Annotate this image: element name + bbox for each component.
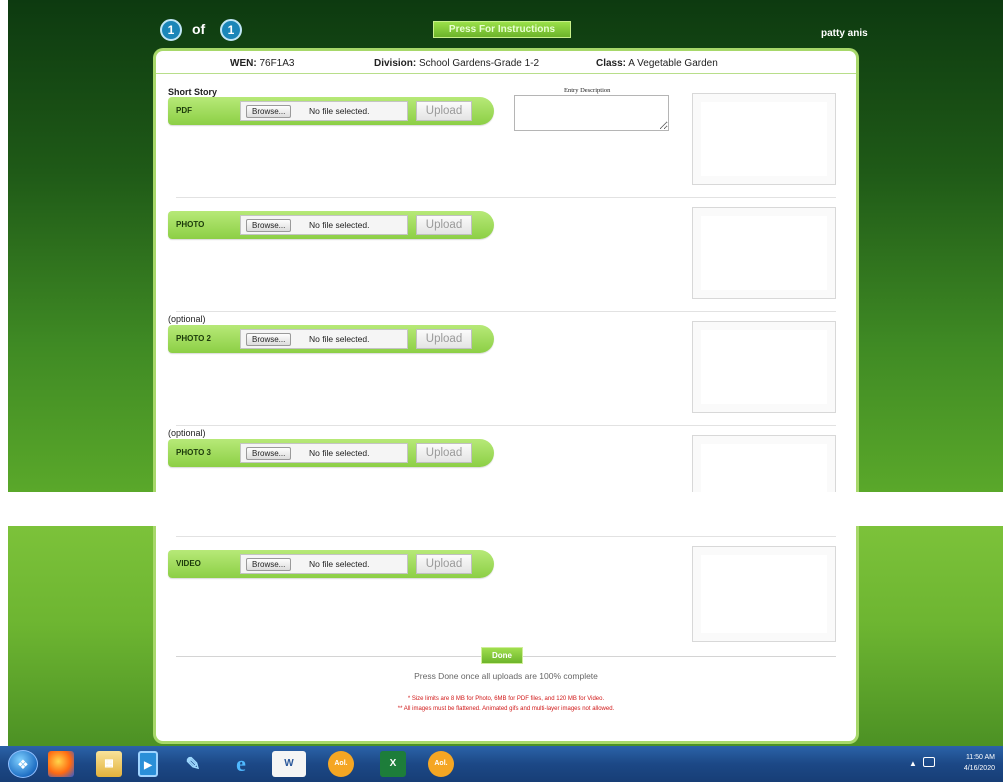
- upload-button[interactable]: Upload: [416, 443, 472, 463]
- windows-taskbar: ❖ ▦ ▶ ✎ e W Aol. X Aol. ▲ 11:50 AM 4/16/…: [0, 746, 1003, 782]
- upload-button[interactable]: Upload: [416, 329, 472, 349]
- tray-expand-icon[interactable]: ▲: [909, 759, 917, 768]
- notes-icon[interactable]: ✎: [180, 751, 206, 777]
- upload-page-top: 1 of 1 Press For Instructions patty anis…: [8, 0, 1003, 492]
- clock[interactable]: 11:50 AM 4/16/2020: [964, 752, 995, 774]
- upload-button[interactable]: Upload: [416, 101, 472, 121]
- excel-icon[interactable]: X: [380, 751, 406, 777]
- division-value: School Gardens-Grade 1-2: [419, 58, 540, 69]
- file-input[interactable]: Browse... No file selected.: [240, 443, 408, 463]
- file-input[interactable]: Browse... No file selected.: [240, 329, 408, 349]
- browse-button[interactable]: Browse...: [246, 219, 292, 232]
- division-label: Division:: [374, 58, 417, 69]
- photo-upload-row: PHOTO Browse... No file selected. Upload: [168, 211, 494, 239]
- optional-label: (optional): [168, 314, 206, 324]
- page-total-badge[interactable]: 1: [220, 19, 242, 41]
- user-name: patty anis: [821, 28, 868, 39]
- video-preview-box: [692, 546, 836, 642]
- screenshot-gap: [0, 492, 1003, 526]
- row-divider: [176, 311, 836, 312]
- page-header: 1 of 1 Press For Instructions patty anis: [8, 0, 1003, 50]
- photo-3-upload-row: PHOTO 3 Browse... No file selected. Uplo…: [168, 439, 494, 467]
- wen-value: 76F1A3: [259, 58, 295, 69]
- windows-start-icon[interactable]: ❖: [8, 750, 38, 778]
- aol-icon-2[interactable]: Aol.: [428, 751, 454, 777]
- file-input[interactable]: Browse... No file selected.: [240, 215, 408, 235]
- done-button[interactable]: Done: [481, 647, 523, 664]
- file-status: No file selected.: [309, 106, 370, 116]
- video-upload-row: VIDEO Browse... No file selected. Upload: [168, 550, 494, 578]
- optional-label: (optional): [168, 428, 206, 438]
- wen-label: WEN:: [230, 58, 257, 69]
- instructions-button[interactable]: Press For Instructions: [433, 21, 571, 38]
- photo-2-upload-row: PHOTO 2 Browse... No file selected. Uplo…: [168, 325, 494, 353]
- file-status: No file selected.: [309, 334, 370, 344]
- row-divider: [176, 197, 836, 198]
- file-status: No file selected.: [309, 448, 370, 458]
- browse-button[interactable]: Browse...: [246, 105, 292, 118]
- done-note: Press Done once all uploads are 100% com…: [414, 671, 598, 681]
- info-divider: [156, 73, 856, 74]
- file-status: No file selected.: [309, 220, 370, 230]
- internet-explorer-icon[interactable]: e: [228, 751, 254, 777]
- class-value: A Vegetable Garden: [628, 58, 718, 69]
- upload-type-label: PHOTO 3: [176, 448, 211, 457]
- file-input[interactable]: Browse... No file selected.: [240, 554, 408, 574]
- flatten-note: ** All images must be flattened. Animate…: [397, 706, 615, 712]
- row-divider: [176, 536, 836, 537]
- firefox-icon[interactable]: [48, 751, 74, 777]
- browse-button[interactable]: Browse...: [246, 447, 292, 460]
- pdf-preview-box: [692, 93, 836, 185]
- upload-button[interactable]: Upload: [416, 215, 472, 235]
- photo-2-preview-box: [692, 321, 836, 413]
- entry-description-label: Entry Description: [564, 87, 611, 94]
- media-player-icon[interactable]: ▶: [138, 751, 158, 777]
- word-icon[interactable]: W: [272, 751, 306, 777]
- size-limit-note: * Size limits are 8 MB for Photo, 6MB fo…: [407, 696, 605, 702]
- upload-form-panel-bottom: VIDEO Browse... No file selected. Upload…: [153, 526, 859, 744]
- browse-button[interactable]: Browse...: [246, 558, 292, 571]
- entry-description-input[interactable]: [514, 95, 669, 131]
- system-tray: ▲ 11:50 AM 4/16/2020: [875, 750, 995, 778]
- upload-type-label: PHOTO 2: [176, 334, 211, 343]
- entry-info-row: WEN: 76F1A3 Division: School Gardens-Gra…: [156, 56, 856, 72]
- file-input[interactable]: Browse... No file selected.: [240, 101, 408, 121]
- pdf-upload-row: PDF Browse... No file selected. Upload: [168, 97, 494, 125]
- browse-button[interactable]: Browse...: [246, 333, 292, 346]
- page-current-badge[interactable]: 1: [160, 19, 182, 41]
- row-divider: [176, 425, 836, 426]
- clock-date: 4/16/2020: [963, 765, 995, 772]
- class-label: Class:: [596, 58, 627, 69]
- photo-3-preview-box: [692, 435, 836, 492]
- upload-type-label: PDF: [176, 106, 192, 115]
- upload-button[interactable]: Upload: [416, 554, 472, 574]
- aol-icon[interactable]: Aol.: [328, 751, 354, 777]
- action-center-icon[interactable]: [923, 757, 935, 767]
- upload-form-panel: WEN: 76F1A3 Division: School Gardens-Gra…: [153, 48, 859, 492]
- section-title: Short Story: [168, 87, 218, 97]
- clock-time: 11:50 AM: [965, 754, 995, 761]
- file-status: No file selected.: [309, 559, 370, 569]
- file-explorer-icon[interactable]: ▦: [96, 751, 122, 777]
- upload-page-bottom: VIDEO Browse... No file selected. Upload…: [8, 526, 1003, 746]
- page-of-label: of: [192, 21, 206, 37]
- photo-preview-box: [692, 207, 836, 299]
- upload-type-label: VIDEO: [176, 559, 201, 568]
- upload-type-label: PHOTO: [176, 220, 205, 229]
